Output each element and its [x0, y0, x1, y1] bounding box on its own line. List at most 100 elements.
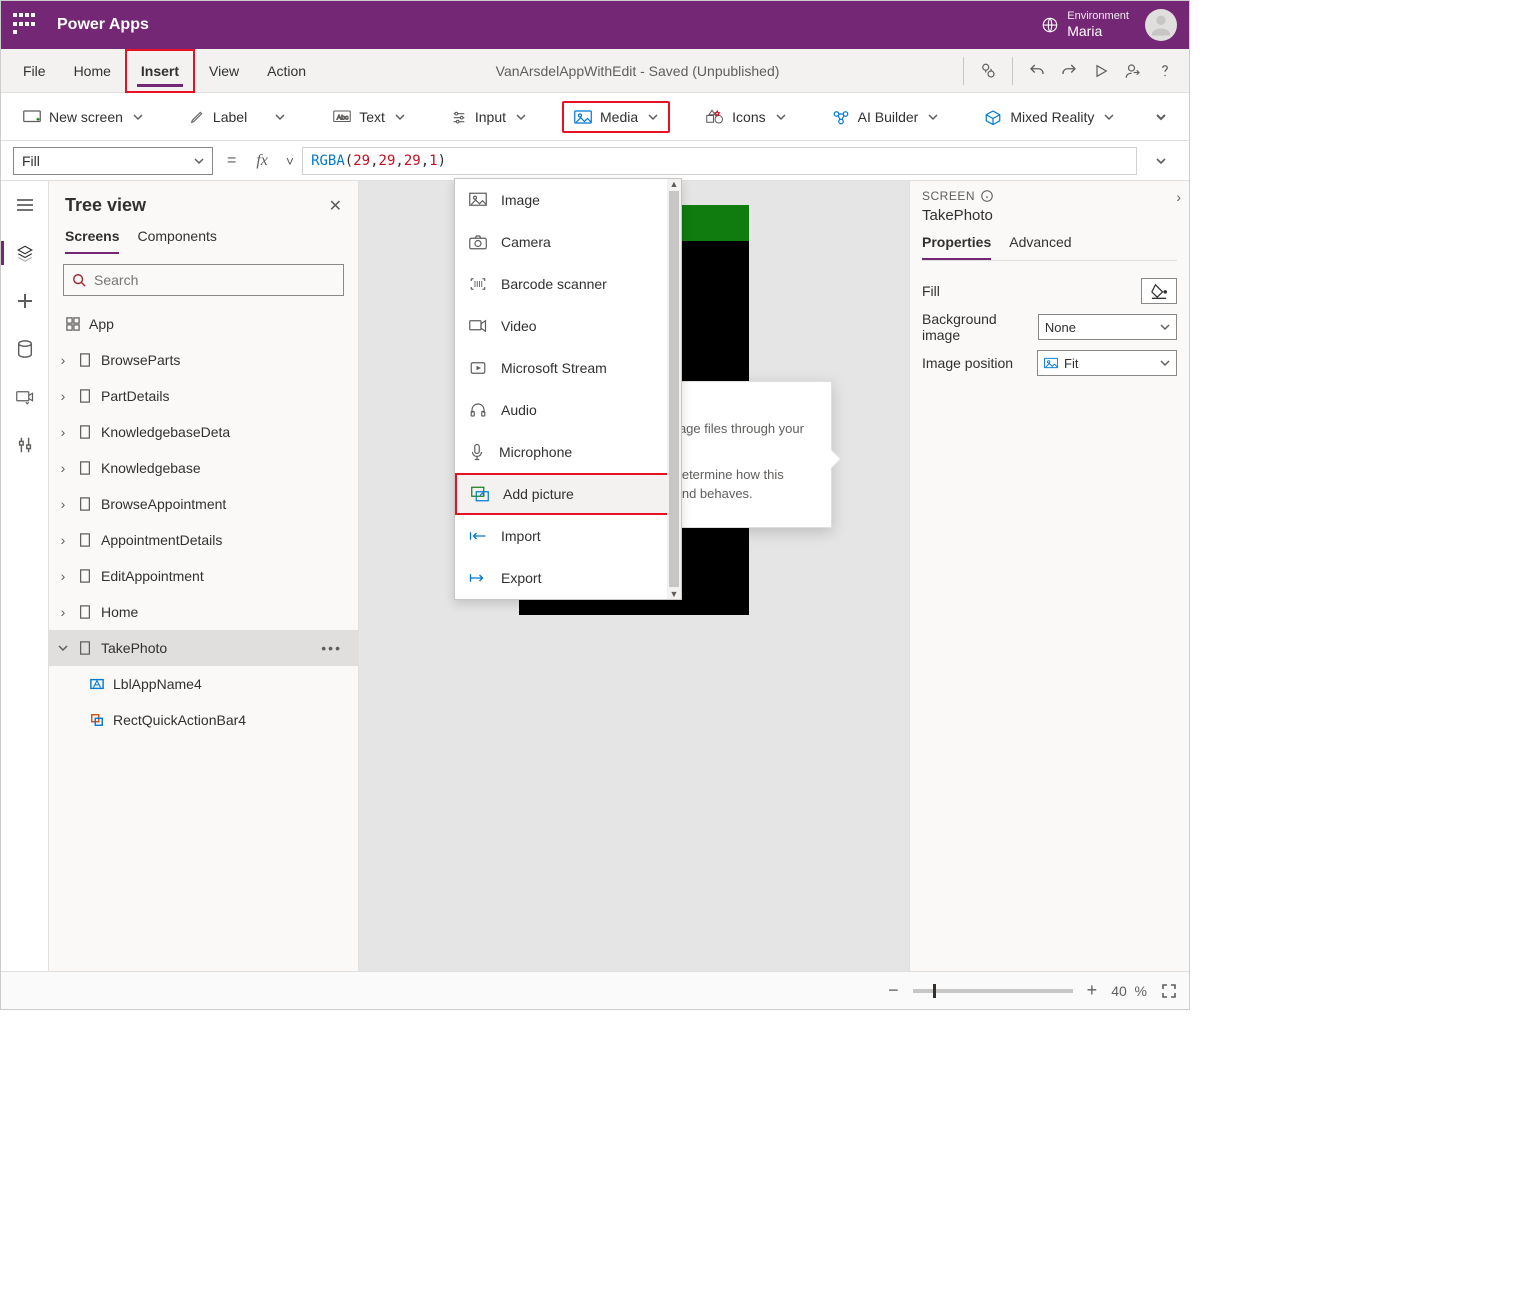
screen-icon — [79, 569, 91, 583]
app-launcher-icon[interactable] — [13, 13, 37, 37]
menu-insert[interactable]: Insert — [125, 49, 195, 93]
export-icon — [469, 572, 487, 584]
tree-item[interactable]: ›BrowseAppointment — [49, 486, 358, 522]
chevron-down-icon — [1104, 112, 1114, 122]
hamburger-icon — [16, 198, 34, 212]
info-icon[interactable] — [981, 190, 993, 202]
tree-child[interactable]: LblAppName4 — [49, 666, 358, 702]
dropdown-scrollbar[interactable]: ▲▼ — [667, 179, 681, 599]
media-stream[interactable]: Microsoft Stream — [455, 347, 681, 389]
media-export[interactable]: Export — [455, 557, 681, 599]
media-icon — [16, 389, 34, 405]
mixed-reality-button[interactable]: Mixed Reality — [974, 103, 1124, 131]
text-button[interactable]: Abc Text — [323, 103, 415, 131]
chevron-down-icon — [928, 112, 938, 122]
chevron-down-icon — [648, 112, 658, 122]
fx-label: fx — [250, 152, 274, 170]
chevron-down-icon — [1160, 322, 1170, 332]
media-camera[interactable]: Camera — [455, 221, 681, 263]
rail-tools[interactable] — [5, 429, 45, 461]
formula-expand[interactable] — [1145, 156, 1177, 166]
canvas[interactable]: Ta Image Camera Barcode scanner Video Mi… — [359, 181, 909, 971]
bg-image-select[interactable]: None — [1038, 314, 1177, 340]
undo-icon[interactable] — [1021, 49, 1053, 93]
property-selector[interactable]: Fill — [13, 147, 213, 175]
rail-data[interactable] — [5, 333, 45, 365]
share-icon[interactable] — [1117, 49, 1149, 93]
tree-item-selected[interactable]: TakePhoto••• — [49, 630, 358, 666]
shapes-icon — [706, 109, 724, 125]
fill-color-picker[interactable] — [1141, 278, 1177, 304]
redo-icon[interactable] — [1053, 49, 1085, 93]
fit-to-screen[interactable] — [1161, 983, 1177, 999]
tree-item[interactable]: ›BrowseParts — [49, 342, 358, 378]
cube-icon — [984, 109, 1002, 125]
label-button[interactable]: Label — [179, 103, 297, 131]
layers-icon — [16, 244, 34, 262]
screen-icon — [79, 497, 91, 511]
icons-button[interactable]: Icons — [696, 103, 795, 131]
tab-advanced[interactable]: Advanced — [1009, 234, 1071, 260]
rail-insert[interactable] — [5, 285, 45, 317]
ai-builder-button[interactable]: AI Builder — [822, 103, 949, 131]
chevron-down-icon — [58, 643, 68, 653]
media-audio[interactable]: Audio — [455, 389, 681, 431]
menu-file[interactable]: File — [9, 49, 60, 93]
input-button[interactable]: Input — [441, 103, 536, 131]
tree-item[interactable]: ›EditAppointment — [49, 558, 358, 594]
tree-item[interactable]: ›Home — [49, 594, 358, 630]
app-checker-icon[interactable] — [972, 49, 1004, 93]
barcode-icon — [469, 276, 487, 292]
search-input[interactable] — [94, 272, 335, 288]
media-import[interactable]: Import — [455, 515, 681, 557]
tree-item[interactable]: ›PartDetails — [49, 378, 358, 414]
chevron-down-icon — [273, 112, 287, 122]
props-expand[interactable]: › — [1176, 189, 1181, 205]
tab-properties[interactable]: Properties — [922, 234, 991, 260]
new-screen-button[interactable]: New screen — [13, 103, 153, 131]
media-microphone[interactable]: Microphone — [455, 431, 681, 473]
tab-screens[interactable]: Screens — [65, 228, 119, 254]
tree-item[interactable]: ›KnowledgebaseDeta — [49, 414, 358, 450]
media-video[interactable]: Video — [455, 305, 681, 347]
environment-picker[interactable]: Environment Maria — [1041, 10, 1129, 40]
tree-app[interactable]: App — [49, 306, 358, 342]
user-avatar[interactable] — [1145, 9, 1177, 41]
menu-home[interactable]: Home — [60, 49, 125, 93]
tree-item[interactable]: ›Knowledgebase — [49, 450, 358, 486]
zoom-out[interactable]: − — [888, 980, 899, 1001]
input-label: Input — [475, 109, 506, 125]
zoom-in[interactable]: + — [1087, 980, 1098, 1001]
screen-icon — [79, 389, 91, 403]
prop-bg-label: Background image — [922, 311, 1038, 343]
tree-search[interactable] — [63, 264, 344, 296]
rail-tree-view[interactable] — [5, 237, 45, 269]
menubar: File Home Insert View Action VanArsdelAp… — [1, 49, 1189, 93]
rail-media[interactable] — [5, 381, 45, 413]
tree-close[interactable]: ✕ — [329, 196, 342, 216]
formula-input[interactable]: RGBA(29, 29, 29, 1) — [302, 147, 1137, 175]
zoom-slider[interactable] — [913, 989, 1073, 993]
label-control-icon — [90, 677, 104, 691]
ribbon-overflow[interactable] — [1145, 95, 1177, 139]
media-barcode[interactable]: Barcode scanner — [455, 263, 681, 305]
media-add-picture[interactable]: Add picture — [455, 473, 681, 515]
media-button[interactable]: Media — [562, 101, 670, 133]
image-position-select[interactable]: Fit — [1037, 350, 1177, 376]
play-icon[interactable] — [1085, 49, 1117, 93]
tree-item-more[interactable]: ••• — [321, 640, 350, 656]
tab-components[interactable]: Components — [137, 228, 216, 254]
tree-item[interactable]: ›AppointmentDetails — [49, 522, 358, 558]
menu-view[interactable]: View — [195, 49, 253, 93]
rail-hamburger[interactable] — [5, 189, 45, 221]
help-icon[interactable] — [1149, 49, 1181, 93]
tree-child[interactable]: RectQuickActionBar4 — [49, 702, 358, 738]
database-icon — [17, 340, 33, 358]
media-image[interactable]: Image — [455, 179, 681, 221]
menu-action[interactable]: Action — [253, 49, 320, 93]
ai-builder-label: AI Builder — [858, 109, 919, 125]
new-screen-label: New screen — [49, 109, 123, 125]
screen-icon — [79, 605, 91, 619]
env-label: Environment — [1067, 10, 1129, 23]
import-icon — [469, 530, 487, 542]
